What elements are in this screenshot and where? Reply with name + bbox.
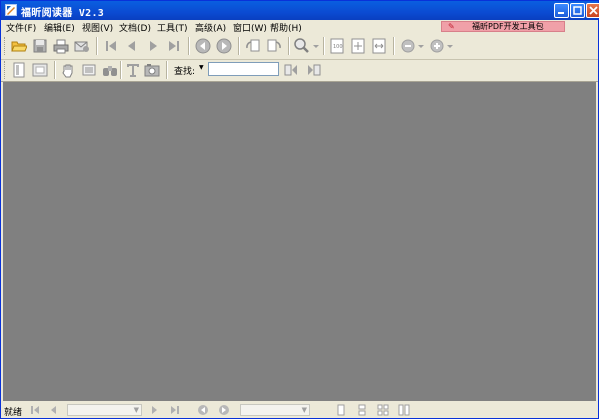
- svg-text:100: 100: [333, 44, 343, 50]
- previous-page-icon[interactable]: [124, 38, 140, 54]
- find-previous-icon[interactable]: [284, 62, 300, 78]
- first-page-icon[interactable]: [103, 38, 119, 54]
- menu-tools[interactable]: 工具(T): [157, 21, 188, 34]
- toolbar-separator: [54, 61, 56, 79]
- toolbar-separator: [238, 37, 240, 55]
- continuous-facing-layout-icon[interactable]: [398, 404, 410, 416]
- status-last-page-icon[interactable]: [169, 404, 181, 416]
- menu-advanced[interactable]: 高级(A): [195, 21, 226, 34]
- email-icon[interactable]: [74, 38, 90, 54]
- menu-document[interactable]: 文档(D): [119, 21, 151, 34]
- maximize-button[interactable]: [570, 3, 585, 18]
- zoom-tool-icon[interactable]: [294, 38, 310, 54]
- full-screen-icon[interactable]: [32, 62, 48, 78]
- back-icon[interactable]: [195, 38, 211, 54]
- rotate-left-icon[interactable]: [245, 38, 261, 54]
- single-page-icon[interactable]: [11, 62, 27, 78]
- facing-layout-icon[interactable]: [377, 404, 389, 416]
- window-title: 福昕阅读器 V2.3: [21, 8, 105, 19]
- forward-icon[interactable]: [216, 38, 232, 54]
- toolbar-separator: [166, 61, 168, 79]
- status-text: 就绪: [4, 408, 23, 418]
- minimize-button[interactable]: [554, 3, 569, 18]
- menu-view[interactable]: 视图(V): [82, 21, 113, 34]
- title-bar[interactable]: 福昕阅读器 V2.3: [1, 1, 599, 20]
- app-logo-icon: [5, 4, 17, 16]
- menu-window[interactable]: 窗口(W): [233, 21, 267, 34]
- zoom-dropdown-arrow-icon[interactable]: [312, 38, 320, 54]
- document-view[interactable]: [3, 82, 596, 401]
- actual-size-icon[interactable]: 100: [329, 38, 345, 54]
- find-input[interactable]: [208, 62, 279, 76]
- typewriter-icon[interactable]: [125, 62, 141, 78]
- zoom-level-dropdown-arrow-icon[interactable]: ▼: [302, 405, 307, 415]
- toolbar-separator: [288, 37, 290, 55]
- app-window: 福昕阅读器 V2.3 文件(F) 编辑(E) 视图(V) 文档(D) 工具(T)…: [0, 0, 599, 419]
- status-next-page-icon[interactable]: [148, 404, 160, 416]
- snapshot-camera-icon[interactable]: [144, 62, 160, 78]
- toolbar-grip[interactable]: [4, 37, 8, 55]
- rotate-right-icon[interactable]: [266, 38, 282, 54]
- select-text-icon[interactable]: [81, 62, 97, 78]
- status-bar: 就绪 ▼ ▼: [1, 402, 598, 418]
- sdk-promo-banner[interactable]: ✎ 福昕PDF开发工具包: [441, 21, 565, 32]
- print-icon[interactable]: [53, 38, 69, 54]
- toolbar-separator: [393, 37, 395, 55]
- status-first-page-icon[interactable]: [29, 404, 41, 416]
- single-page-layout-icon[interactable]: [335, 404, 347, 416]
- find-label: 查找:: [174, 67, 196, 77]
- find-options-arrow-icon[interactable]: ▼: [199, 64, 204, 71]
- toolbar-separator: [188, 37, 190, 55]
- promo-label: 福昕PDF开发工具包: [472, 22, 544, 31]
- pen-icon: ✎: [448, 22, 455, 31]
- close-button[interactable]: [586, 3, 599, 18]
- status-forward-icon[interactable]: [218, 404, 230, 416]
- page-number-box[interactable]: ▼: [67, 404, 142, 416]
- menu-file[interactable]: 文件(F): [6, 21, 36, 34]
- status-back-icon[interactable]: [197, 404, 209, 416]
- menu-help[interactable]: 帮助(H): [270, 21, 302, 34]
- hand-tool-icon[interactable]: [60, 62, 76, 78]
- fit-page-icon[interactable]: [350, 38, 366, 54]
- toolbar-separator: [323, 37, 325, 55]
- continuous-layout-icon[interactable]: [356, 404, 368, 416]
- menu-edit[interactable]: 编辑(E): [44, 21, 75, 34]
- zoom-in-dropdown-arrow-icon[interactable]: [446, 38, 454, 54]
- secondary-toolbar: 查找: ▼: [1, 59, 598, 82]
- toolbar-separator: [96, 37, 98, 55]
- last-page-icon[interactable]: [166, 38, 182, 54]
- page-dropdown-arrow-icon[interactable]: ▼: [134, 405, 139, 415]
- toolbar-separator: [120, 61, 122, 79]
- zoom-level-box[interactable]: ▼: [240, 404, 310, 416]
- binoculars-icon[interactable]: [102, 62, 118, 78]
- save-icon[interactable]: [32, 38, 48, 54]
- zoom-in-icon[interactable]: [429, 38, 445, 54]
- main-toolbar: 100: [1, 34, 598, 60]
- status-previous-page-icon[interactable]: [48, 404, 60, 416]
- next-page-icon[interactable]: [145, 38, 161, 54]
- toolbar-grip[interactable]: [4, 61, 8, 79]
- fit-width-icon[interactable]: [371, 38, 387, 54]
- open-folder-icon[interactable]: [11, 38, 27, 54]
- find-next-icon[interactable]: [305, 62, 321, 78]
- zoom-out-icon[interactable]: [400, 38, 416, 54]
- zoom-out-dropdown-arrow-icon[interactable]: [417, 38, 425, 54]
